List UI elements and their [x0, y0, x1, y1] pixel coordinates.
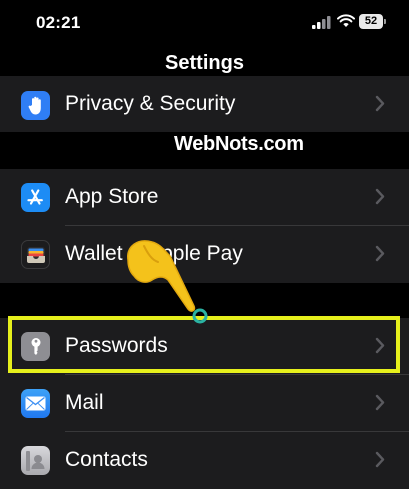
watermark: WebNots.com — [174, 133, 304, 155]
contact-card-icon — [21, 446, 50, 475]
hand-pointer-icon — [127, 240, 208, 324]
settings-row-label: Contacts — [65, 448, 148, 471]
status-bar: 02:21 52 — [0, 0, 409, 44]
cellular-signal-icon — [312, 16, 331, 29]
wallet-icon — [21, 240, 50, 269]
chevron-right-icon — [375, 451, 385, 468]
battery-level: 52 — [359, 14, 383, 29]
status-time: 02:21 — [36, 13, 81, 32]
key-icon — [21, 332, 50, 361]
envelope-icon — [21, 389, 50, 418]
chevron-right-icon — [375, 188, 385, 205]
settings-row-label: Mail — [65, 391, 104, 414]
chevron-right-icon — [375, 337, 385, 354]
settings-row-label: App Store — [65, 185, 159, 208]
settings-row-contacts[interactable]: Contacts — [0, 432, 409, 489]
settings-row-privacy-security[interactable]: Privacy & Security — [0, 76, 409, 132]
battery-indicator: 52 — [359, 14, 386, 29]
hand-icon — [21, 91, 50, 120]
settings-row-mail[interactable]: Mail — [0, 375, 409, 432]
settings-group-privacy: Privacy & Security — [0, 76, 409, 132]
battery-cap — [384, 19, 386, 24]
settings-row-label: Privacy & Security — [65, 92, 236, 115]
chevron-right-icon — [375, 245, 385, 262]
settings-row-app-store[interactable]: App Store — [0, 169, 409, 226]
chevron-right-icon — [375, 95, 385, 112]
settings-group-apps: Passwords Mail Contacts — [0, 318, 409, 489]
app-store-icon — [21, 183, 50, 212]
chevron-right-icon — [375, 394, 385, 411]
wifi-icon — [337, 14, 355, 27]
page-title: Settings — [165, 52, 244, 74]
settings-row-label: Passwords — [65, 334, 168, 357]
